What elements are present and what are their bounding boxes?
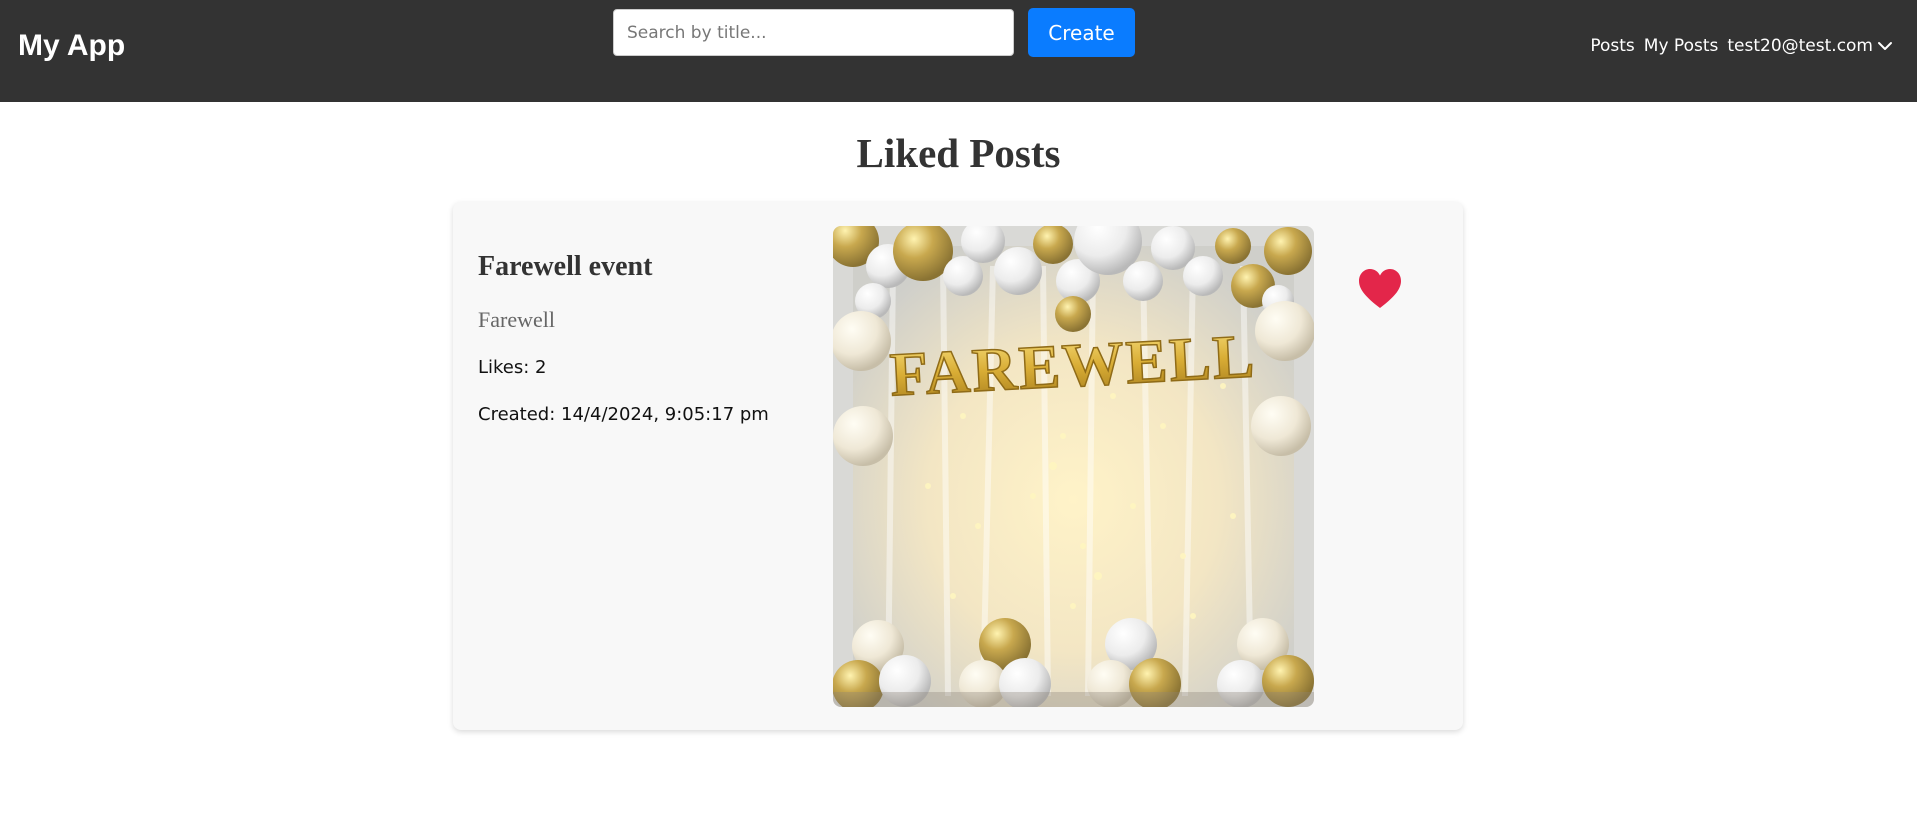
post-likes-count: Likes: 2 [478, 357, 547, 378]
nav-links: Posts My Posts test20@test.com [1590, 36, 1893, 56]
post-card: Farewell event Farewell Likes: 2 Created… [453, 202, 1463, 730]
nav-link-my-posts[interactable]: My Posts [1644, 36, 1719, 56]
chevron-down-icon [1878, 42, 1892, 50]
app-brand[interactable]: My App [18, 26, 125, 66]
post-description: Farewell [478, 307, 555, 332]
heart-icon[interactable] [1357, 268, 1403, 310]
nav-link-posts[interactable]: Posts [1590, 36, 1634, 56]
user-email: test20@test.com [1727, 36, 1873, 56]
top-navbar: My App Create Posts My Posts test20@test… [0, 0, 1917, 102]
post-created-date: Created: 14/4/2024, 9:05:17 pm [478, 404, 769, 425]
page-title: Liked Posts [856, 130, 1061, 176]
post-title: Farewell event [478, 251, 653, 282]
post-image: FAREWELL [833, 226, 1314, 707]
create-button[interactable]: Create [1028, 8, 1135, 57]
user-menu[interactable]: test20@test.com [1727, 36, 1893, 56]
search-input[interactable] [613, 9, 1014, 56]
